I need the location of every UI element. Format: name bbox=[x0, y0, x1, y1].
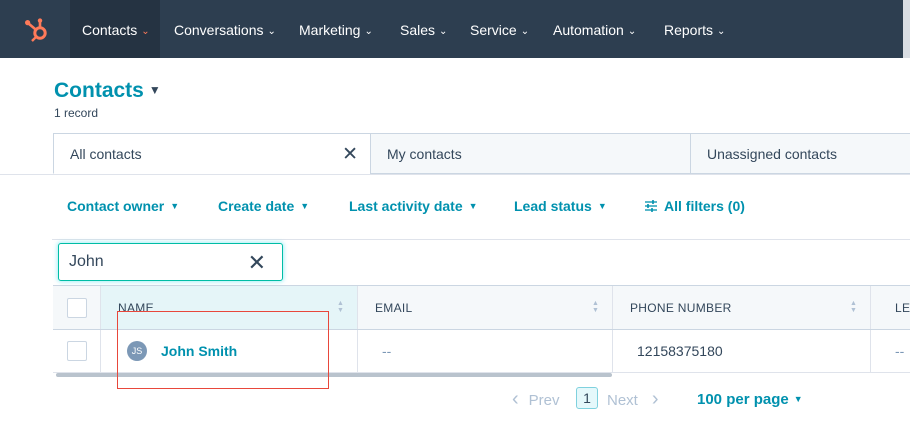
search-box: ✕ bbox=[58, 243, 283, 281]
column-header-name[interactable]: NAME ▲ ▼ bbox=[101, 286, 358, 329]
next-label: Next bbox=[607, 392, 638, 409]
clear-search-icon[interactable]: ✕ bbox=[248, 250, 266, 276]
tab-label: All contacts bbox=[70, 146, 142, 162]
nav-item-reports[interactable]: Reports ⌄ bbox=[664, 0, 725, 58]
filter-label: Contact owner bbox=[67, 198, 165, 214]
page-number-button[interactable]: 1 bbox=[576, 387, 598, 409]
nav-scrollbar[interactable] bbox=[903, 0, 910, 58]
hubspot-sprocket-icon[interactable] bbox=[24, 17, 50, 43]
nav-item-label: Sales bbox=[400, 22, 436, 38]
table-row: JS John Smith -- 12158375180 -- bbox=[53, 330, 910, 373]
filter-create-date[interactable]: Create date ▼ bbox=[218, 198, 309, 214]
caret-down-icon: ▼ bbox=[170, 201, 180, 211]
caret-down-icon: ▼ bbox=[597, 201, 607, 211]
top-nav-bar: Contacts ⌄ Conversations ⌄ Marketing ⌄ Sale… bbox=[0, 0, 910, 58]
filter-label: Last activity date bbox=[349, 198, 463, 214]
phone-value: 12158375180 bbox=[637, 343, 723, 359]
sort-icon[interactable]: ▲ ▼ bbox=[850, 300, 858, 314]
column-header-lead[interactable]: LE bbox=[871, 286, 910, 329]
column-header-phone-number[interactable]: PHONE NUMBER ▲ ▼ bbox=[613, 286, 871, 329]
nav-item-label: Conversations bbox=[174, 22, 264, 38]
lead-value: -- bbox=[895, 343, 905, 359]
lead-cell: -- bbox=[871, 330, 910, 372]
caret-down-icon: ▼ bbox=[793, 394, 803, 404]
select-all-cell bbox=[53, 286, 101, 329]
chevron-down-icon: ⌄ bbox=[627, 26, 637, 37]
row-select-cell bbox=[53, 330, 101, 372]
sort-icon[interactable]: ▲ ▼ bbox=[337, 300, 345, 314]
tab-my-contacts[interactable]: My contacts bbox=[370, 133, 691, 174]
nav-item-label: Automation bbox=[553, 22, 624, 38]
caret-down-icon: ▼ bbox=[148, 83, 161, 97]
prev-page-button[interactable]: ‹ Prev bbox=[512, 388, 560, 410]
nav-item-conversations[interactable]: Conversations ⌄ bbox=[174, 0, 276, 58]
nav-item-label: Service bbox=[470, 22, 517, 38]
prev-label: Prev bbox=[528, 392, 560, 409]
contact-name-link[interactable]: John Smith bbox=[161, 330, 237, 373]
per-page-label: 100 per page bbox=[697, 391, 789, 408]
avatar: JS bbox=[127, 341, 147, 361]
email-cell: -- bbox=[358, 330, 613, 372]
column-label: NAME bbox=[118, 301, 154, 315]
email-value: -- bbox=[382, 343, 392, 359]
chevron-down-icon: ⌄ bbox=[364, 26, 373, 37]
page-title-dropdown[interactable]: Contacts ▼ bbox=[54, 79, 161, 103]
tab-label: My contacts bbox=[387, 146, 462, 162]
filter-last-activity-date[interactable]: Last activity date ▼ bbox=[349, 198, 478, 214]
chevron-down-icon: ⌄ bbox=[439, 26, 448, 37]
tab-unassigned-contacts[interactable]: Unassigned contacts bbox=[690, 133, 910, 174]
search-input[interactable] bbox=[69, 251, 239, 273]
chevron-left-icon: ‹ bbox=[512, 388, 519, 410]
column-header-email[interactable]: EMAIL ▲ ▼ bbox=[358, 286, 613, 329]
nav-item-marketing[interactable]: Marketing ⌄ bbox=[299, 0, 373, 58]
record-count: 1 record bbox=[54, 106, 99, 120]
tab-all-contacts[interactable]: All contacts ✕ bbox=[53, 133, 371, 174]
filter-lead-status[interactable]: Lead status ▼ bbox=[514, 198, 607, 214]
sort-icon[interactable]: ▲ ▼ bbox=[592, 300, 600, 314]
table-header: NAME ▲ ▼ EMAIL ▲ ▼ PHONE NUMBER ▲ ▼ LE bbox=[53, 285, 910, 330]
column-label: EMAIL bbox=[375, 301, 413, 315]
nav-item-label: Contacts bbox=[82, 22, 138, 38]
chevron-down-icon: ⌄ bbox=[520, 26, 530, 37]
caret-down-icon: ▼ bbox=[468, 201, 478, 211]
column-label: LE bbox=[895, 301, 910, 315]
chevron-down-icon: ⌄ bbox=[267, 26, 276, 37]
next-page-button[interactable]: Next › bbox=[607, 388, 659, 410]
all-filters-button[interactable]: All filters (0) bbox=[644, 198, 745, 214]
filter-contact-owner[interactable]: Contact owner ▼ bbox=[67, 198, 179, 214]
filter-label: All filters (0) bbox=[664, 198, 745, 214]
horizontal-scrollbar[interactable] bbox=[56, 373, 612, 377]
per-page-dropdown[interactable]: 100 per page ▼ bbox=[697, 388, 803, 410]
nav-item-label: Marketing bbox=[299, 22, 361, 38]
close-icon[interactable]: ✕ bbox=[342, 134, 358, 175]
caret-down-icon: ▼ bbox=[300, 201, 310, 211]
name-cell: JS John Smith bbox=[101, 330, 358, 372]
column-label: PHONE NUMBER bbox=[630, 301, 732, 315]
nav-item-label: Reports bbox=[664, 22, 714, 38]
filter-label: Create date bbox=[218, 198, 295, 214]
nav-item-sales[interactable]: Sales ⌄ bbox=[400, 0, 447, 58]
phone-cell: 12158375180 bbox=[613, 330, 871, 372]
row-checkbox[interactable] bbox=[67, 341, 87, 361]
page-title: Contacts bbox=[54, 79, 144, 102]
sliders-icon bbox=[645, 200, 657, 212]
tab-label: Unassigned contacts bbox=[707, 146, 837, 162]
select-all-checkbox[interactable] bbox=[67, 298, 87, 318]
table-toolbar-divider bbox=[52, 239, 910, 240]
chevron-right-icon: › bbox=[651, 388, 659, 410]
filter-label: Lead status bbox=[514, 198, 592, 214]
nav-item-contacts[interactable]: Contacts ⌄ bbox=[70, 0, 160, 58]
chevron-down-icon: ⌄ bbox=[141, 26, 150, 37]
nav-item-service[interactable]: Service ⌄ bbox=[470, 0, 529, 58]
nav-item-automation[interactable]: Automation ⌄ bbox=[553, 0, 636, 58]
chevron-down-icon: ⌄ bbox=[717, 26, 726, 37]
